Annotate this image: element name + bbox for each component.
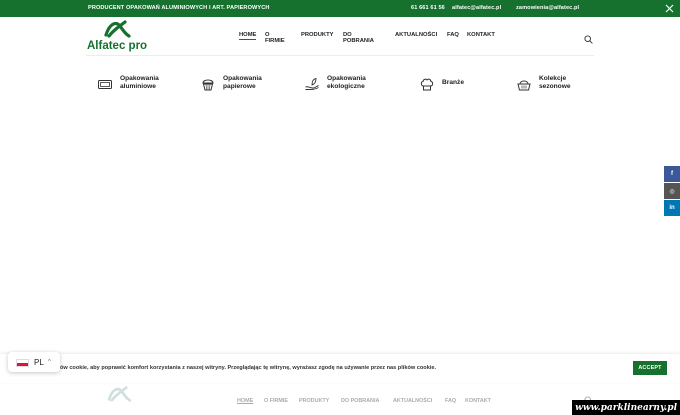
- logo[interactable]: Alfatec pro: [86, 19, 156, 54]
- instagram-icon[interactable]: ◎: [664, 183, 680, 199]
- nav-home[interactable]: HOME: [237, 398, 253, 404]
- category-label: sezonowe: [539, 83, 571, 91]
- email-link[interactable]: alfatec@alfatec.pl: [452, 5, 501, 11]
- category-label: Opakowania: [327, 75, 366, 82]
- eco-hand-icon: [304, 76, 320, 92]
- nav-o-firmie[interactable]: O FIRMIE: [265, 32, 285, 44]
- category-label: ekologiczne: [327, 83, 365, 91]
- chevron-up-icon: ^: [48, 359, 51, 365]
- nav-do-pobrania[interactable]: DO POBRANIA: [343, 32, 374, 44]
- nav-produkty[interactable]: PRODUKTY: [301, 32, 334, 38]
- cupcake-icon: [200, 76, 216, 92]
- linkedin-icon[interactable]: in: [664, 200, 680, 216]
- nav-aktualnosci[interactable]: AKTUALNOŚCI: [393, 398, 432, 404]
- nav-faq[interactable]: FAQ: [447, 32, 459, 38]
- facebook-icon[interactable]: f: [664, 166, 680, 182]
- logo-text: Alfatec pro: [87, 40, 148, 52]
- logo-mark-icon: [107, 386, 132, 402]
- nav-do-pobrania[interactable]: DO POBRANIA: [341, 398, 379, 404]
- tray-icon: [97, 76, 113, 92]
- category-label: Opakowania: [120, 75, 159, 82]
- logo-mark-icon: [104, 20, 131, 38]
- nav-kontakt[interactable]: KONTAKT: [465, 398, 491, 404]
- orders-email-link[interactable]: zamowienia@alfatec.pl: [516, 5, 579, 11]
- language-switcher[interactable]: PL ^: [8, 352, 60, 372]
- phone-link[interactable]: 61 661 61 56: [411, 5, 445, 11]
- language-code: PL: [34, 358, 44, 367]
- category-label: Kolekcje: [539, 75, 567, 82]
- tagline: PRODUCENT OPAKOWAŃ ALUMINIOWYCH I ART. P…: [88, 5, 270, 11]
- nav-faq[interactable]: FAQ: [445, 398, 456, 404]
- watermark: www.parklinearny.pl: [572, 400, 680, 415]
- poland-flag-icon: [16, 359, 29, 367]
- search-icon[interactable]: [584, 31, 593, 44]
- header-divider: [86, 55, 594, 56]
- nav-kontakt[interactable]: KONTAKT: [467, 32, 495, 38]
- page: PRODUCENT OPAKOWAŃ ALUMINIOWYCH I ART. P…: [0, 0, 680, 415]
- category-label: Branże: [442, 79, 464, 86]
- basket-icon: [516, 76, 532, 92]
- nav-produkty[interactable]: PRODUKTY: [299, 398, 329, 404]
- nav-o-firmie[interactable]: O FIRMIE: [264, 398, 288, 404]
- nav-aktualnosci[interactable]: AKTUALNOŚCI: [395, 32, 437, 38]
- category-label: aluminiowe: [120, 83, 156, 91]
- category-label: Opakowania: [223, 75, 262, 82]
- accept-cookies-button[interactable]: ACCEPT: [633, 361, 667, 375]
- top-bar: PRODUCENT OPAKOWAŃ ALUMINIOWYCH I ART. P…: [0, 0, 680, 17]
- nav-home[interactable]: HOME: [239, 32, 257, 40]
- chef-hat-icon: [419, 76, 435, 92]
- cookie-banner: ów cookie, aby poprawić komfort korzysta…: [0, 354, 680, 383]
- close-icon[interactable]: [664, 3, 675, 14]
- cookie-text: ów cookie, aby poprawić komfort korzysta…: [60, 365, 437, 371]
- category-label: papierowe: [223, 83, 256, 91]
